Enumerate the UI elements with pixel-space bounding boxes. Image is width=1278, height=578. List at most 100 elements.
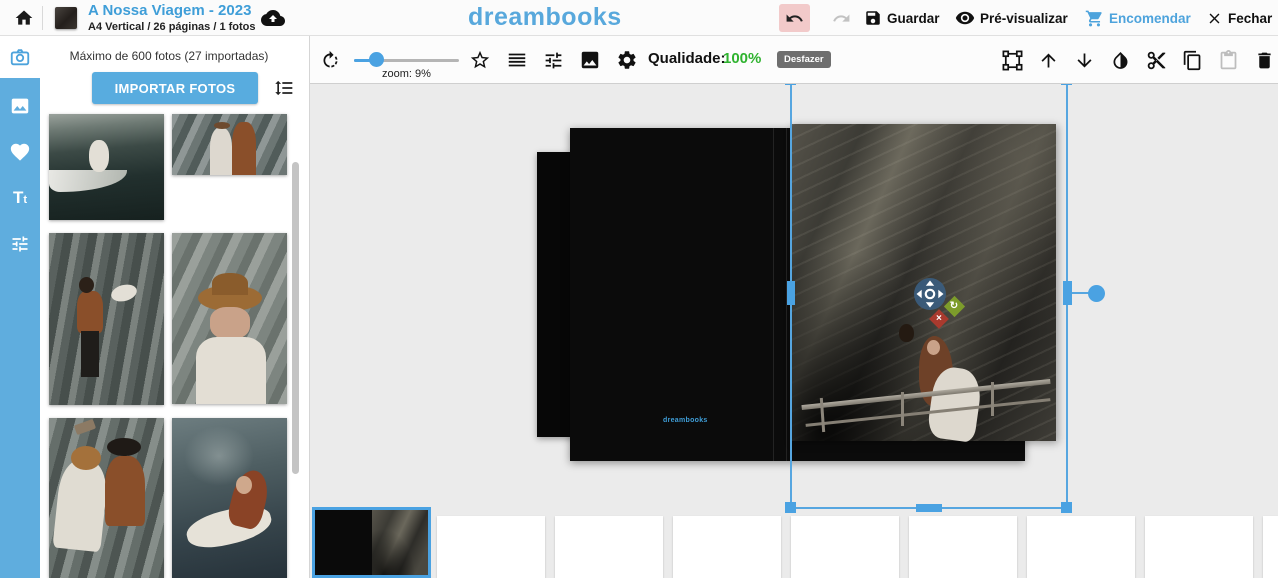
selection-handle-bottom-right[interactable] [1061, 502, 1072, 513]
text-settings-icon[interactable] [541, 48, 565, 72]
move-pad-control[interactable] [913, 277, 947, 311]
photo-fragment [212, 273, 248, 295]
quality-value: 100% [723, 50, 761, 67]
copy-icon[interactable] [1180, 48, 1204, 72]
spine-guide-line [773, 128, 774, 461]
photo-fragment [899, 324, 914, 342]
page-thumb-spread-7[interactable] [1145, 516, 1253, 578]
photo-thumb-woman-hat[interactable] [172, 233, 287, 404]
rail-item-settings[interactable] [0, 222, 40, 266]
quality-label: Qualidade: [648, 50, 726, 67]
photo-thumb-redhead-lake[interactable] [172, 418, 287, 578]
project-thumbnail[interactable] [55, 7, 77, 29]
rotate-page-icon[interactable] [318, 48, 342, 72]
photo-fragment [210, 128, 232, 175]
photo-fragment [927, 340, 940, 355]
dreambooks-editor: A Nossa Viagem - 2023 A4 Vertical / 26 p… [0, 0, 1278, 578]
save-icon [864, 9, 882, 27]
photo-fragment [81, 331, 99, 377]
topbar: A Nossa Viagem - 2023 A4 Vertical / 26 p… [0, 0, 1278, 36]
page-thumb-cover-back [315, 510, 372, 575]
page-thumb-spread-6[interactable] [1027, 516, 1135, 578]
photo-fragment [236, 476, 252, 494]
sort-photos-icon[interactable] [274, 78, 294, 98]
cloud-sync-icon [260, 8, 286, 28]
page-thumb-cover-selected[interactable] [312, 507, 431, 578]
preview-button[interactable]: Pré-visualizar [955, 0, 1068, 36]
zoom-slider-knob[interactable] [369, 52, 384, 67]
page-thumb-spread-3[interactable] [673, 516, 781, 578]
selection-rotate-handle[interactable] [1088, 285, 1105, 302]
undo-tooltip: Desfazer [777, 51, 831, 68]
redo-button[interactable] [826, 4, 857, 32]
rail-item-favorites[interactable] [0, 130, 40, 174]
photos-scrollbar-thumb[interactable] [292, 162, 299, 474]
home-icon [14, 8, 34, 28]
favorite-star-icon[interactable] [468, 48, 492, 72]
settings-gear-icon[interactable] [615, 48, 639, 72]
photo-thumb-selfie-couple[interactable] [49, 418, 164, 578]
page-thumb-cover-photo [372, 510, 429, 575]
undo-button[interactable] [779, 4, 810, 32]
layout-lines-icon[interactable] [505, 48, 529, 72]
page-thumb-spread-5[interactable] [909, 516, 1017, 578]
photos-limit-text: Máximo de 600 fotos (27 importadas) [40, 49, 298, 63]
save-button[interactable]: Guardar [864, 0, 940, 36]
tools-rail: Tt [0, 36, 40, 578]
selection-handle-bottom-mid[interactable] [916, 504, 942, 512]
camera-icon [9, 46, 31, 68]
page-thumb-spread-4[interactable] [791, 516, 899, 578]
contrast-drop-icon[interactable] [1108, 48, 1132, 72]
selection-handle-right-mid[interactable] [1063, 281, 1072, 305]
close-button[interactable]: Fechar [1206, 0, 1272, 36]
home-button[interactable] [8, 0, 40, 36]
selection-handle-left-mid[interactable] [787, 281, 795, 305]
photo-fragment [49, 170, 127, 192]
undo-icon [785, 9, 804, 28]
move-down-arrow-icon[interactable] [1072, 48, 1096, 72]
selection-rotate-stem [1070, 292, 1090, 294]
paste-icon-disabled[interactable] [1216, 48, 1240, 72]
photo-fragment [107, 438, 141, 456]
photo-fragment [109, 282, 138, 304]
photo-fragment [991, 382, 994, 416]
photo-thumb-couple-standing[interactable] [172, 114, 287, 175]
order-button[interactable]: Encomendar [1085, 0, 1191, 36]
photo-fragment [79, 277, 94, 293]
rail-item-photos-active[interactable] [0, 36, 40, 78]
photo-fragment [901, 392, 904, 426]
rail-item-text[interactable]: Tt [0, 176, 40, 220]
rail-item-layouts[interactable] [0, 84, 40, 128]
page-thumb-spread-1[interactable] [437, 516, 545, 578]
selection-handle-bottom-left[interactable] [785, 502, 796, 513]
image-frame-icon [9, 95, 31, 117]
import-photos-button[interactable]: IMPORTAR FOTOS [92, 72, 258, 104]
rotate-badge-icon: ↻ [950, 301, 958, 311]
scissors-icon[interactable] [1144, 48, 1168, 72]
image-fill-icon[interactable] [578, 48, 602, 72]
remove-badge-icon: × [936, 314, 942, 324]
photo-fragment [210, 307, 250, 339]
project-info: A Nossa Viagem - 2023 A4 Vertical / 26 p… [88, 3, 256, 33]
transform-frame-icon[interactable] [1000, 48, 1024, 72]
page-thumb-spread-8[interactable] [1263, 516, 1278, 578]
preview-label: Pré-visualizar [980, 11, 1068, 26]
dreambooks-logo: dreambooks [468, 3, 618, 32]
trash-icon[interactable] [1252, 48, 1276, 72]
photo-thumb-leaning-man[interactable] [49, 233, 164, 405]
move-up-arrow-icon[interactable] [1036, 48, 1060, 72]
redo-icon [832, 9, 851, 28]
photo-fragment [232, 122, 256, 175]
project-title: A Nossa Viagem - 2023 [88, 3, 256, 20]
cart-icon [1085, 9, 1104, 28]
photo-thumb-boat-couple[interactable] [49, 114, 164, 220]
photo-fragment [214, 122, 230, 129]
photo-fragment [71, 446, 101, 470]
eye-icon [955, 8, 975, 28]
zoom-level-label: zoom: 9% [354, 68, 459, 80]
photos-panel: Máximo de 600 fotos (27 importadas) IMPO… [40, 36, 310, 578]
page-thumb-spread-2[interactable] [555, 516, 663, 578]
photo-fragment [52, 458, 109, 553]
photo-fragment [74, 419, 96, 435]
save-label: Guardar [887, 11, 940, 26]
